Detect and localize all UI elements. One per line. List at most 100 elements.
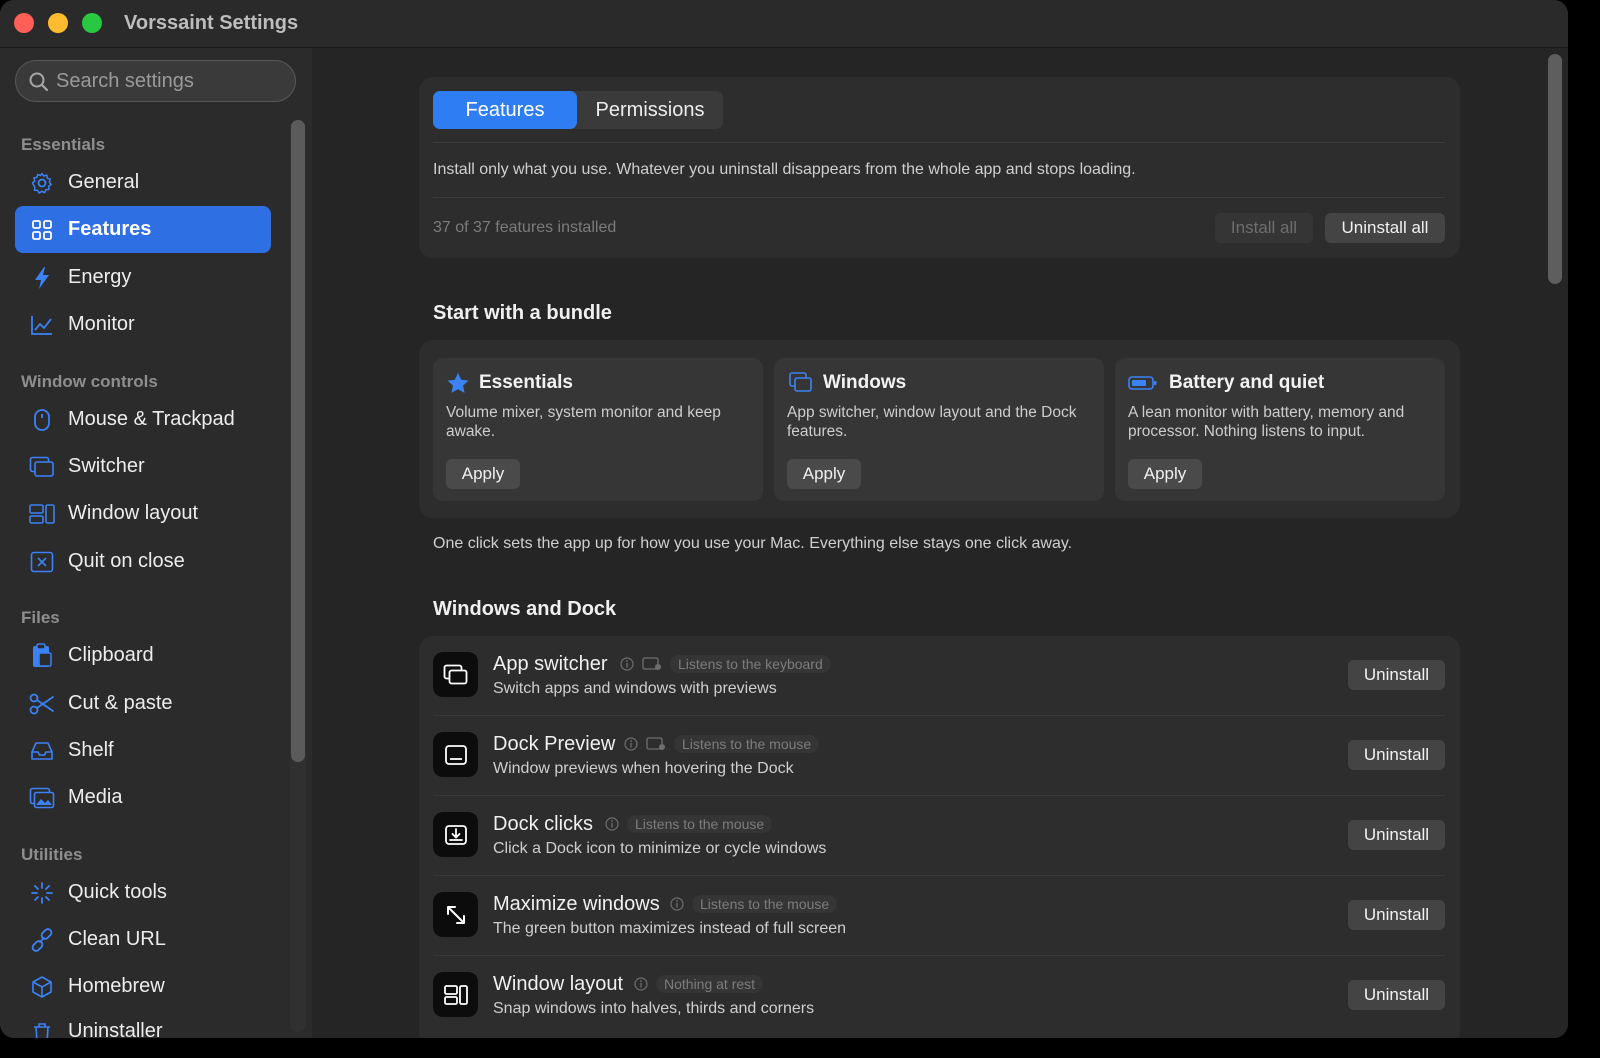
tab-permissions[interactable]: Permissions — [577, 91, 723, 129]
sidebar-item-features[interactable]: Features — [15, 206, 271, 253]
info-icon[interactable] — [624, 737, 638, 751]
sidebar-item-homebrew[interactable]: Homebrew — [15, 963, 271, 1010]
feature-title: App switcher — [493, 653, 608, 675]
feature-title: Maximize windows — [493, 893, 660, 915]
sidebar-item-energy[interactable]: Energy — [15, 254, 271, 301]
screen-icon — [642, 657, 661, 670]
installed-count: 37 of 37 features installed — [433, 219, 617, 236]
cube-icon — [29, 974, 55, 1000]
app-switcher-icon — [433, 652, 478, 697]
sidebar: Essentials General Features Energy Monit… — [0, 48, 312, 1038]
mouse-icon — [29, 407, 55, 433]
sidebar-item-clipboard[interactable]: Clipboard — [15, 632, 271, 679]
bundle-title: Essentials — [479, 372, 573, 393]
uninstall-button[interactable]: Uninstall — [1348, 740, 1445, 770]
uninstall-button[interactable]: Uninstall — [1348, 900, 1445, 930]
sidebar-item-label: Cut & paste — [68, 692, 173, 714]
feature-row-dock-clicks: Dock clicks Listens to the mouse Click a… — [433, 795, 1445, 875]
bundle-description: A lean monitor with battery, memory and … — [1128, 404, 1405, 440]
info-icon[interactable] — [605, 817, 619, 831]
sidebar-item-clean-url[interactable]: Clean URL — [15, 916, 271, 963]
section-label-utilities: Utilities — [21, 845, 83, 864]
divider — [433, 197, 1445, 198]
uninstall-button[interactable]: Uninstall — [1348, 980, 1445, 1010]
info-icon[interactable] — [620, 657, 634, 671]
layout-icon — [29, 501, 55, 527]
sidebar-item-label: General — [68, 171, 140, 193]
sidebar-scrollbar-thumb[interactable] — [291, 120, 305, 762]
bundle-description: Volume mixer, system monitor and keep aw… — [446, 404, 721, 440]
screen-icon — [646, 737, 665, 750]
bolt-icon — [29, 265, 55, 291]
settings-window: Vorssaint Settings Essentials General Fe… — [0, 0, 1568, 1038]
windows-icon — [789, 372, 812, 392]
sidebar-item-switcher[interactable]: Switcher — [15, 443, 271, 490]
sidebar-item-label: Uninstaller — [68, 1020, 163, 1038]
listens-badge: Listens to the mouse — [674, 735, 820, 753]
apply-button[interactable]: Apply — [446, 459, 520, 489]
sidebar-item-label: Clean URL — [68, 928, 166, 950]
listens-badge: Nothing at rest — [656, 975, 764, 993]
tray-icon — [29, 738, 55, 764]
sidebar-item-shelf[interactable]: Shelf — [15, 727, 271, 774]
sidebar-item-window-layout[interactable]: Window layout — [15, 490, 271, 537]
apply-button[interactable]: Apply — [1128, 459, 1202, 489]
bundle-description: App switcher, window layout and the Dock… — [787, 404, 1077, 440]
feature-description: Snap windows into halves, thirds and cor… — [493, 1000, 815, 1017]
uninstall-all-button[interactable]: Uninstall all — [1325, 213, 1445, 243]
x-box-icon — [29, 549, 55, 575]
switcher-icon — [29, 454, 55, 480]
chart-icon — [29, 312, 55, 338]
minimize-window-button[interactable] — [48, 13, 68, 33]
sidebar-item-label: Clipboard — [68, 644, 154, 666]
sidebar-item-media[interactable]: Media — [15, 774, 271, 821]
uninstall-button[interactable]: Uninstall — [1348, 660, 1445, 690]
feature-row-app-switcher: App switcher Listens to the keyboard Swi… — [433, 635, 1445, 715]
sidebar-item-label: Energy — [68, 266, 132, 288]
feature-title: Window layout — [493, 973, 624, 995]
listens-badge: Listens to the keyboard — [670, 655, 831, 673]
scissors-icon — [29, 691, 55, 717]
feature-description: Click a Dock icon to minimize or cycle w… — [493, 840, 827, 857]
apply-button[interactable]: Apply — [787, 459, 861, 489]
info-icon[interactable] — [634, 977, 648, 991]
search-input[interactable] — [56, 67, 286, 95]
sidebar-item-general[interactable]: General — [15, 159, 271, 206]
maximize-icon — [433, 892, 478, 937]
intro-text: Install only what you use. Whatever you … — [433, 161, 1136, 178]
search-field[interactable] — [15, 60, 296, 102]
sidebar-item-quick-tools[interactable]: Quick tools — [15, 869, 271, 916]
tab-features[interactable]: Features — [433, 91, 577, 129]
zoom-window-button[interactable] — [82, 13, 102, 33]
photo-icon — [29, 785, 55, 811]
star-icon — [447, 373, 469, 393]
main-scrollbar-thumb[interactable] — [1548, 54, 1562, 284]
feature-meta: Listens to the mouse — [605, 815, 773, 833]
gear-icon — [29, 170, 55, 196]
sidebar-item-monitor[interactable]: Monitor — [15, 301, 271, 348]
close-window-button[interactable] — [14, 13, 34, 33]
feature-row-window-layout: Window layout Nothing at rest Snap windo… — [433, 955, 1445, 1035]
sidebar-item-cut-paste[interactable]: Cut & paste — [15, 680, 271, 727]
feature-meta: Listens to the keyboard — [620, 655, 831, 673]
bundle-essentials: Essentials Volume mixer, system monitor … — [433, 358, 763, 501]
listens-badge: Listens to the mouse — [627, 815, 773, 833]
section-label-window-controls: Window controls — [21, 372, 158, 391]
sidebar-item-mouse-trackpad[interactable]: Mouse & Trackpad — [15, 396, 271, 443]
sidebar-item-uninstaller[interactable]: Uninstaller — [15, 1010, 271, 1038]
sidebar-item-label: Monitor — [68, 313, 135, 335]
battery-icon — [1128, 376, 1157, 390]
section-label-files: Files — [21, 608, 60, 627]
sidebar-item-quit-on-close[interactable]: Quit on close — [15, 538, 271, 585]
info-icon[interactable] — [670, 897, 684, 911]
feature-title: Dock Preview — [493, 733, 616, 755]
feature-description: Window previews when hovering the Dock — [493, 760, 794, 777]
sidebar-item-label: Shelf — [68, 739, 114, 761]
feature-row-maximize-windows: Maximize windows Listens to the mouse Th… — [433, 875, 1445, 955]
listens-badge: Listens to the mouse — [692, 895, 838, 913]
link-icon — [29, 927, 55, 953]
install-all-button[interactable]: Install all — [1215, 213, 1313, 243]
uninstall-button[interactable]: Uninstall — [1348, 820, 1445, 850]
title-bar: Vorssaint Settings — [0, 0, 1568, 48]
sidebar-item-label: Window layout — [68, 502, 199, 524]
